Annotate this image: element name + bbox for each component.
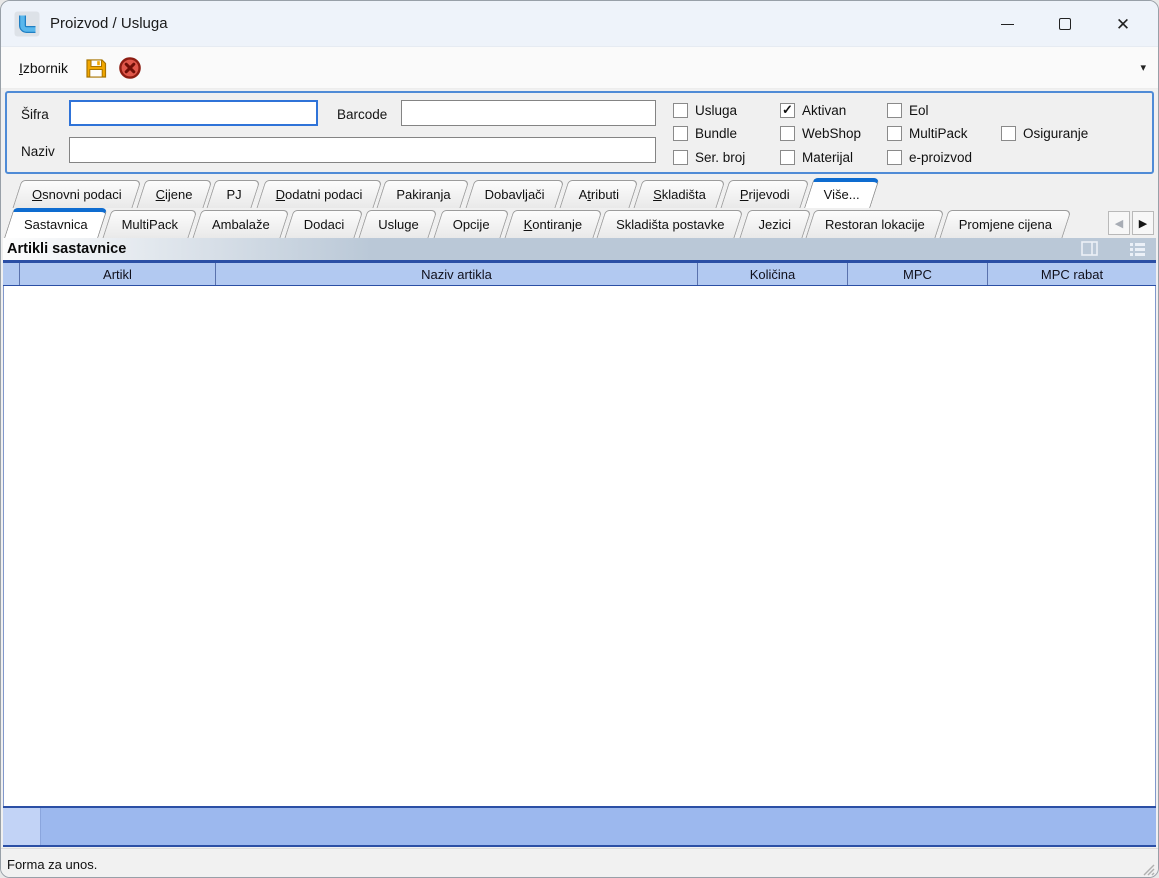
naziv-label: Naziv [21,144,55,159]
tab-cijene[interactable]: Cijene [141,180,208,208]
tab-opcije[interactable]: Opcije [438,210,505,238]
maximize-icon [1059,18,1071,30]
product-form-panel: Šifra Barcode Naziv Usluga Bundle Ser. b… [5,91,1154,174]
section-title: Artikli sastavnice [3,241,126,257]
app-window: Proizvod / Usluga ✕ Izbornik ▾ Šifra [0,0,1159,878]
close-icon: ✕ [1116,16,1130,33]
tab-promjene-cijena[interactable]: Promjene cijena [944,210,1067,238]
maximize-button[interactable] [1036,6,1094,42]
checkbox-webshop[interactable]: WebShop [780,126,861,141]
checkbox-box [673,150,688,165]
sifra-input[interactable] [69,100,318,126]
tab-scroll-buttons: ◀ ▶ [1108,211,1154,235]
barcode-input[interactable] [401,100,656,126]
column-kolicina[interactable]: Količina [698,263,848,285]
checkbox-multipack[interactable]: MultiPack [887,126,968,141]
checkbox-usluga[interactable]: Usluga [673,103,737,118]
minimize-button[interactable] [978,6,1036,42]
checkbox-aktivan[interactable]: Aktivan [780,103,846,118]
tab-dodaci[interactable]: Dodaci [289,210,359,238]
column-mpc[interactable]: MPC [848,263,988,285]
status-bar: Forma za unos. [1,848,1158,878]
checkbox-eol[interactable]: Eol [887,103,929,118]
tab-pakiranja[interactable]: Pakiranja [381,180,465,208]
column-artikl[interactable]: Artikl [20,263,216,285]
row-indicator-column [3,263,20,285]
tab-atributi[interactable]: Atributi [564,180,634,208]
tab-restoran-lokacije[interactable]: Restoran lokacije [810,210,940,238]
status-text: Forma za unos. [7,857,97,872]
grid-footer-strip [3,806,1156,847]
tab-dodatni-podaci[interactable]: Dodatni podaci [261,180,378,208]
tab-sastavnica[interactable]: Sastavnica [9,210,103,238]
tab-pj[interactable]: PJ [211,180,256,208]
save-button[interactable] [84,56,108,80]
checkbox-box [887,126,902,141]
naziv-input[interactable] [69,137,656,163]
checkbox-box [887,103,902,118]
checkbox-box [1001,126,1016,141]
app-logo-icon [14,11,40,37]
barcode-label: Barcode [337,107,387,122]
tab-usluge[interactable]: Usluge [363,210,433,238]
checkbox-box [780,150,795,165]
grid-body [3,286,1156,806]
resize-grip-icon[interactable] [1142,863,1155,876]
toolbar-overflow-icon[interactable]: ▾ [1140,61,1146,74]
checkbox-materijal[interactable]: Materijal [780,150,853,165]
checkbox-e-proizvod[interactable]: e-proizvod [887,150,972,165]
grid-footer-indicator-cell [3,808,41,845]
tab-multipack[interactable]: MultiPack [107,210,193,238]
sifra-label: Šifra [21,107,49,122]
checkbox-box [673,103,688,118]
tab-skladista-postavke[interactable]: Skladišta postavke [601,210,739,238]
grid-section-header: Artikli sastavnice [3,238,1156,260]
primary-tab-strip: Osnovni podaci Cijene PJ Dodatni podaci … [17,178,879,208]
window-title: Proizvod / Usluga [50,15,168,32]
save-view-icon[interactable] [1081,241,1098,256]
checkbox-bundle[interactable]: Bundle [673,126,737,141]
tab-kontiranje[interactable]: Kontiranje [509,210,598,238]
close-button[interactable]: ✕ [1094,6,1152,42]
checkbox-ser-broj[interactable]: Ser. broj [673,150,745,165]
list-view-icon[interactable] [1129,241,1146,256]
checkbox-box [780,103,795,118]
minimize-icon [1001,24,1014,25]
tab-scroll-left-button[interactable]: ◀ [1108,211,1130,235]
column-mpc-rabat[interactable]: MPC rabat [988,263,1156,285]
column-naziv-artikla[interactable]: Naziv artikla [216,263,698,285]
menu-bar: Izbornik ▾ [1,47,1158,89]
checkbox-box [780,126,795,141]
secondary-tab-strip: Sastavnica MultiPack Ambalaže Dodaci Usl… [9,208,1071,238]
tab-ambalaze[interactable]: Ambalaže [197,210,285,238]
tab-osnovni-podaci[interactable]: Osnovni podaci [17,180,137,208]
tab-dobavljaci[interactable]: Dobavljači [470,180,560,208]
tab-skladista[interactable]: Skladišta [638,180,721,208]
menu-izbornik[interactable]: Izbornik [13,56,74,80]
checkbox-box [887,150,902,165]
cancel-button[interactable] [118,56,142,80]
chevron-right-icon: ▶ [1139,217,1147,230]
tab-scroll-right-button[interactable]: ▶ [1132,211,1154,235]
tab-prijevodi[interactable]: Prijevodi [725,180,805,208]
tab-vise[interactable]: Više... [809,180,875,208]
grid-column-headers: Artikl Naziv artikla Količina MPC MPC ra… [3,260,1156,286]
title-bar: Proizvod / Usluga ✕ [1,1,1158,47]
tab-jezici[interactable]: Jezici [744,210,807,238]
save-floppy-icon [84,56,108,80]
checkbox-osiguranje[interactable]: Osiguranje [1001,126,1088,141]
chevron-left-icon: ◀ [1115,217,1123,230]
checkbox-box [673,126,688,141]
cancel-red-x-icon [118,56,142,80]
